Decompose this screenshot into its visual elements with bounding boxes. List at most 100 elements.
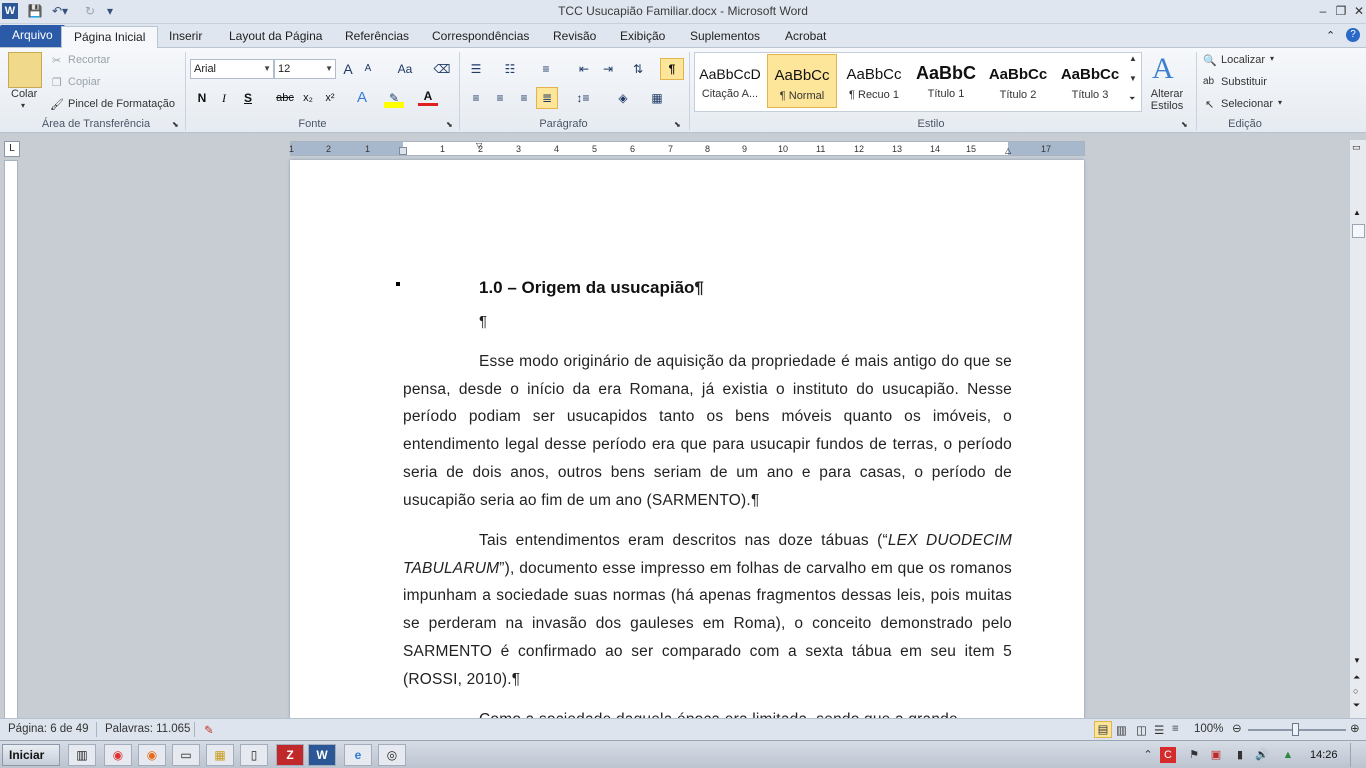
copy-button[interactable]: Copiar (68, 76, 100, 88)
styles-scroll-up-icon[interactable]: ▲ (1129, 54, 1137, 63)
numbering-icon[interactable]: ☷ (500, 59, 520, 79)
draft-icon[interactable]: ≡ (1172, 723, 1179, 735)
underline-button[interactable]: S (238, 88, 258, 108)
tab-correspondencias[interactable]: Correspondências (420, 26, 541, 48)
left-indent-marker[interactable] (399, 147, 407, 155)
zoom-out-icon[interactable]: ⊖ (1232, 721, 1242, 735)
show-desktop-button[interactable] (1350, 743, 1364, 767)
tab-layout[interactable]: Layout da Página (217, 26, 334, 48)
filezilla-icon[interactable]: Z (276, 744, 304, 766)
browse-object-icon[interactable]: ○ (1353, 686, 1358, 696)
zoom-slider-handle[interactable] (1292, 723, 1299, 736)
format-painter-button[interactable]: Pincel de Formatação (68, 98, 175, 110)
style-titulo2[interactable]: AaBbCc Título 2 (983, 54, 1053, 108)
shrink-font-icon[interactable]: A (358, 59, 378, 79)
tab-suplementos[interactable]: Suplementos (678, 26, 772, 48)
text-effects-icon[interactable]: A (352, 88, 372, 108)
next-page-icon[interactable]: ⏷ (1353, 700, 1360, 711)
superscript-button[interactable]: x² (320, 88, 340, 108)
font-name-combo[interactable]: Arial ▼ (190, 59, 274, 79)
full-screen-reading-icon[interactable]: ▥ (1116, 723, 1127, 737)
restore-icon[interactable]: ❐ (1332, 2, 1350, 20)
paste-icon[interactable] (8, 52, 42, 88)
increase-indent-icon[interactable]: ⇥ (598, 59, 618, 79)
chrome-icon[interactable]: ◉ (104, 744, 132, 766)
scroll-up-icon[interactable]: ▲ (1353, 208, 1361, 217)
italic-button[interactable]: I (214, 88, 234, 108)
tab-selector-icon[interactable]: L (4, 141, 20, 157)
paste-dropdown-icon[interactable]: ▾ (21, 101, 25, 110)
scroll-down-icon[interactable]: ▼ (1353, 656, 1361, 665)
style-titulo1[interactable]: AaBbC Título 1 (911, 54, 981, 108)
firefox-icon[interactable]: ◉ (138, 744, 166, 766)
show-formatting-button[interactable]: ¶ (660, 58, 684, 80)
page-count[interactable]: Página: 6 de 49 (8, 723, 89, 735)
font-launcher-icon[interactable]: ⬊ (446, 120, 453, 129)
font-size-combo[interactable]: 12 ▼ (274, 59, 336, 79)
word-count[interactable]: Palavras: 11.065 (105, 723, 190, 735)
word-taskbar-icon[interactable]: W (308, 744, 336, 766)
style-titulo3[interactable]: AaBbCc Título 3 (1055, 54, 1125, 108)
minimize-ribbon-icon[interactable]: ⌃ (1326, 29, 1335, 42)
tray-expand-icon[interactable]: ⌃ (1140, 747, 1156, 763)
explorer-icon[interactable]: ▥ (68, 744, 96, 766)
find-button[interactable]: Localizar (1221, 54, 1265, 66)
undo-icon[interactable]: ↶▾ (48, 3, 72, 20)
tab-inserir[interactable]: Inserir (157, 26, 214, 48)
clear-formatting-icon[interactable]: ⌫ (432, 59, 452, 79)
align-center-icon[interactable]: ≡ (490, 88, 510, 108)
justify-icon[interactable]: ≣ (536, 87, 558, 109)
redo-icon[interactable]: ↻ (82, 3, 98, 20)
zoom-in-icon[interactable]: ⊕ (1350, 721, 1360, 735)
outline-icon[interactable]: ☰ (1154, 723, 1164, 737)
highlight-icon[interactable]: ✎ (384, 88, 404, 108)
vertical-scrollbar[interactable]: ▭ ▲ ▼ ⏶ ○ ⏷ (1349, 140, 1366, 718)
vertical-ruler[interactable] (4, 160, 18, 720)
empty-paragraph[interactable]: ¶ (479, 313, 487, 330)
shading-icon[interactable]: ◈ (610, 88, 636, 108)
font-color-icon[interactable]: A (418, 88, 438, 106)
heading-origem[interactable]: 1.0 – Origem da usucapião¶ (479, 278, 704, 298)
minimize-icon[interactable]: – (1314, 2, 1332, 20)
style-normal[interactable]: AaBbCc ¶ Normal (767, 54, 837, 108)
paragraph-launcher-icon[interactable]: ⬊ (674, 120, 681, 129)
previous-page-icon[interactable]: ⏶ (1353, 672, 1360, 683)
sort-icon[interactable]: ⇅ (628, 59, 648, 79)
word-app-icon[interactable]: W (2, 3, 18, 19)
change-styles-icon[interactable]: A (1152, 52, 1174, 86)
tab-exibicao[interactable]: Exibição (608, 26, 677, 48)
media-icon[interactable]: ◎ (378, 744, 406, 766)
change-styles-button[interactable]: Alterar Estilos (1147, 88, 1187, 112)
web-layout-icon[interactable]: ◫ (1136, 723, 1147, 737)
start-button[interactable]: Iniciar (2, 744, 60, 766)
taskbar-clock[interactable]: 14:26 (1310, 749, 1338, 761)
line-spacing-icon[interactable]: ↕≡ (570, 88, 596, 108)
styles-launcher-icon[interactable]: ⬊ (1181, 120, 1188, 129)
subscript-button[interactable]: x₂ (298, 88, 318, 108)
replace-button[interactable]: Substituir (1221, 76, 1267, 88)
document-page[interactable]: 1.0 – Origem da usucapião¶ ¶ Esse modo o… (290, 160, 1084, 720)
notepad-icon[interactable]: ▭ (172, 744, 200, 766)
styles-more-icon[interactable]: ⏷ (1129, 94, 1135, 104)
styles-scroll-down-icon[interactable]: ▼ (1129, 74, 1137, 83)
help-icon[interactable]: ? (1346, 28, 1360, 42)
tab-acrobat[interactable]: Acrobat (773, 26, 838, 48)
style-citacao[interactable]: AaBbCcD Citação A... (695, 54, 765, 108)
view-ruler-icon[interactable]: ▭ (1352, 142, 1361, 153)
bullets-icon[interactable]: ☰ (466, 59, 486, 79)
close-icon[interactable]: ✕ (1350, 2, 1366, 20)
borders-icon[interactable]: ▦ (644, 88, 670, 108)
drive-sync-icon[interactable]: ▲ (1280, 747, 1296, 763)
multilevel-list-icon[interactable]: ≡ (536, 59, 556, 79)
scroll-thumb[interactable] (1352, 224, 1365, 238)
tab-arquivo[interactable]: Arquivo (0, 25, 65, 47)
grow-font-icon[interactable]: A (338, 59, 358, 79)
bold-button[interactable]: N (192, 88, 212, 108)
chevron-down-icon[interactable]: ▾ (1278, 98, 1282, 107)
style-recuo1[interactable]: AaBbCc ¶ Recuo 1 (839, 54, 909, 108)
network-icon[interactable]: ▮ (1232, 747, 1248, 763)
align-left-icon[interactable]: ≡ (466, 88, 486, 108)
proofing-icon[interactable]: ✎ (204, 723, 214, 737)
first-line-indent-marker[interactable]: ▽ (476, 141, 482, 150)
security-tray-icon[interactable]: ▣ (1208, 747, 1224, 763)
